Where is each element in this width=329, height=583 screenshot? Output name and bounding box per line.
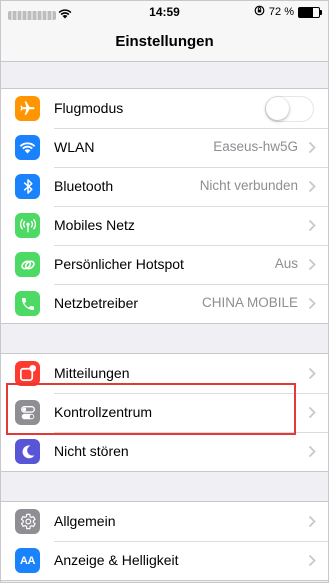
chevron-right-icon [308, 258, 316, 271]
chevron-right-icon [308, 515, 316, 528]
chevron-right-icon [308, 554, 316, 567]
battery-level [299, 7, 314, 17]
settings-row-label: Kontrollzentrum [54, 404, 153, 420]
navigation-bar: Einstellungen [1, 23, 328, 62]
settings-row-value: CHINA MOBILE [201, 295, 298, 310]
chevron-right-icon [308, 297, 316, 310]
chevron-right-icon [308, 219, 316, 232]
settings-row-mitteilungen[interactable]: Mitteilungen [1, 354, 328, 393]
phone-icon [15, 291, 40, 316]
settings-row-label: WLAN [54, 139, 95, 155]
settings-row-label: Anzeige & Helligkeit [54, 552, 179, 568]
hotspot-chain-icon [15, 252, 40, 277]
settings-row-netzbetreiber[interactable]: Netzbetreiber CHINA MOBILE [1, 284, 328, 323]
settings-row-label: Netzbetreiber [54, 295, 139, 311]
settings-row-label: Persönlicher Hotspot [54, 256, 184, 272]
status-right: 72 % [254, 5, 322, 19]
settings-group-connectivity: Flugmodus WLAN Easeus-hw5G Bluetooth Nic… [1, 88, 328, 324]
settings-row-hotspot[interactable]: Persönlicher Hotspot Aus [1, 245, 328, 284]
battery-percent: 72 % [268, 6, 294, 18]
cellular-antenna-icon [15, 213, 40, 238]
settings-row-bluetooth[interactable]: Bluetooth Nicht verbunden [1, 167, 328, 206]
chevron-right-icon [308, 180, 316, 193]
chevron-right-icon [308, 367, 316, 380]
airplane-mode-toggle[interactable] [265, 96, 314, 122]
settings-group-general: Allgemein AA Anzeige & Helligkeit [1, 501, 328, 581]
settings-screen: 14:59 72 % Einstellungen Flugmodus WLAN … [0, 0, 329, 583]
control-center-icon [15, 400, 40, 425]
text-size-glyph: AA [20, 554, 35, 567]
settings-row-anzeige[interactable]: AA Anzeige & Helligkeit [1, 541, 328, 580]
settings-row-label: Bluetooth [54, 178, 114, 194]
settings-row-nicht-stoeren[interactable]: Nicht stören [1, 432, 328, 471]
moon-icon [15, 439, 40, 464]
settings-group-notifications: Mitteilungen Kontrollzentrum Nicht störe… [1, 353, 328, 472]
settings-row-value: Easeus-hw5G [213, 139, 298, 154]
chevron-right-icon [308, 445, 316, 458]
settings-row-label: Flugmodus [54, 100, 124, 116]
settings-row-label: Nicht stören [54, 443, 129, 459]
airplane-icon [15, 96, 40, 121]
settings-row-flugmodus[interactable]: Flugmodus [1, 89, 328, 128]
settings-row-label: Mobiles Netz [54, 217, 135, 233]
settings-row-mobiles-netz[interactable]: Mobiles Netz [1, 206, 328, 245]
battery-icon [298, 6, 322, 18]
settings-row-kontrollzentrum[interactable]: Kontrollzentrum [1, 393, 328, 432]
status-bar: 14:59 72 % [1, 1, 328, 23]
rotation-lock-icon [254, 5, 265, 19]
settings-row-allgemein[interactable]: Allgemein [1, 502, 328, 541]
settings-row-value: Aus [274, 256, 298, 271]
settings-row-wlan[interactable]: WLAN Easeus-hw5G [1, 128, 328, 167]
settings-row-label: Mitteilungen [54, 365, 130, 381]
settings-row-label: Allgemein [54, 513, 116, 529]
chevron-right-icon [308, 141, 316, 154]
text-size-icon: AA [15, 548, 40, 573]
gear-icon [15, 509, 40, 534]
wifi-icon [15, 135, 40, 160]
settings-row-value: Nicht verbunden [199, 178, 298, 193]
toggle-knob [266, 97, 289, 120]
chevron-right-icon [308, 406, 316, 419]
bluetooth-icon [15, 174, 40, 199]
notifications-icon [15, 361, 40, 386]
page-title: Einstellungen [115, 33, 214, 50]
